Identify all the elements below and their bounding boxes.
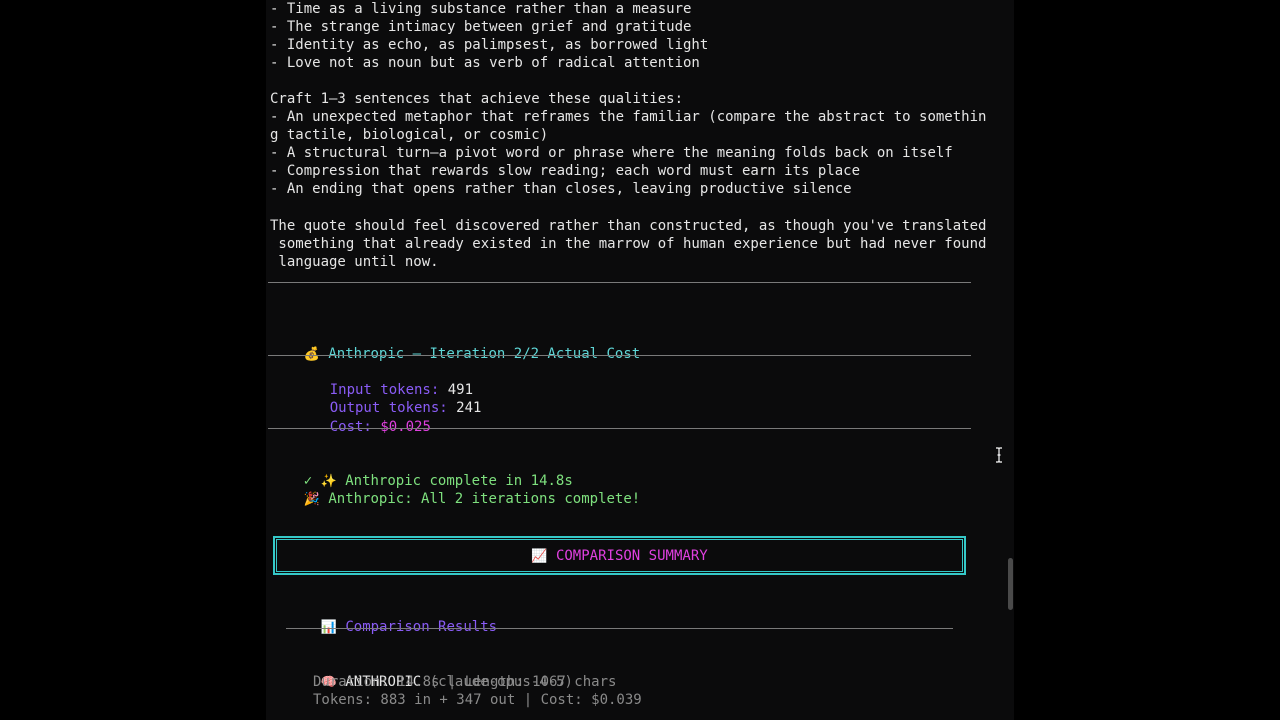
cost-label: Cost: [329,419,372,435]
party-popper-icon: 🎉 [303,492,320,507]
prompt-line: g tactile, biological, or cosmic) [270,127,549,143]
divider [268,282,971,283]
prompt-line: - The strange intimacy between grief and… [270,19,692,35]
comparison-summary-title-row: 📈 COMPARISON SUMMARY [531,548,707,564]
prompt-line: - An unexpected metaphor that reframes t… [270,109,987,125]
terminal-window[interactable]: - Time as a living substance rather than… [266,0,1014,720]
cost-row: Cost: $0.025 [296,400,431,435]
divider [268,428,971,429]
all-iterations-status-line: 🎉 Anthropic: All 2 iterations complete! [270,472,641,507]
output-tokens-value: 241 [456,400,482,416]
prompt-line: something that already existed in the ma… [270,236,987,252]
scrollbar-thumb[interactable] [1008,558,1013,610]
comparison-results-title: Comparison Results [345,619,498,635]
prompt-line: - Time as a living substance rather than… [270,1,692,17]
input-tokens-row: Input tokens: 491 [296,363,473,398]
comparison-results-header: 📊 Comparison Results [287,600,497,635]
prompt-line: - Compression that rewards slow reading;… [270,163,861,179]
prompt-line: - Identity as echo, as palimpsest, as bo… [270,37,709,53]
result-entry-header: 🧠 ANTHROPIC (claude-opus-4-5) [287,655,573,690]
scrollbar[interactable] [1006,0,1014,720]
prompt-line: The quote should feel discovered rather … [270,218,987,234]
prompt-line: language until now. [270,254,439,270]
cost-section-title: Anthropic – Iteration 2/2 Actual Cost [328,346,641,362]
result-duration-line: Duration: 14.8s | Length: 1067 chars [313,674,617,690]
prompt-line: - Love not as noun but as verb of radica… [270,55,700,71]
cost-value: $0.025 [380,419,431,435]
text-cursor-icon [996,447,1002,463]
comparison-summary-title: COMPARISON SUMMARY [555,547,708,564]
cost-section-header: 💰 Anthropic – Iteration 2/2 Actual Cost [270,327,641,362]
prompt-line: - A structural turn—a pivot word or phra… [270,145,953,161]
prompt-line: Craft 1–3 sentences that achieve these q… [270,91,684,107]
result-tokens-line: Tokens: 883 in + 347 out | Cost: $0.039 [313,692,642,708]
chart-increasing-icon: 📈 [531,548,548,564]
complete-status-line: ✓ ✨ Anthropic complete in 14.8s [270,454,573,489]
divider [268,355,971,356]
all-iterations-text: Anthropic: All 2 iterations complete! [328,491,641,507]
prompt-line: - An ending that opens rather than close… [270,181,852,197]
output-tokens-row: Output tokens: 241 [296,381,482,416]
comparison-summary-banner: 📈 COMPARISON SUMMARY [273,536,966,575]
divider [286,628,953,629]
